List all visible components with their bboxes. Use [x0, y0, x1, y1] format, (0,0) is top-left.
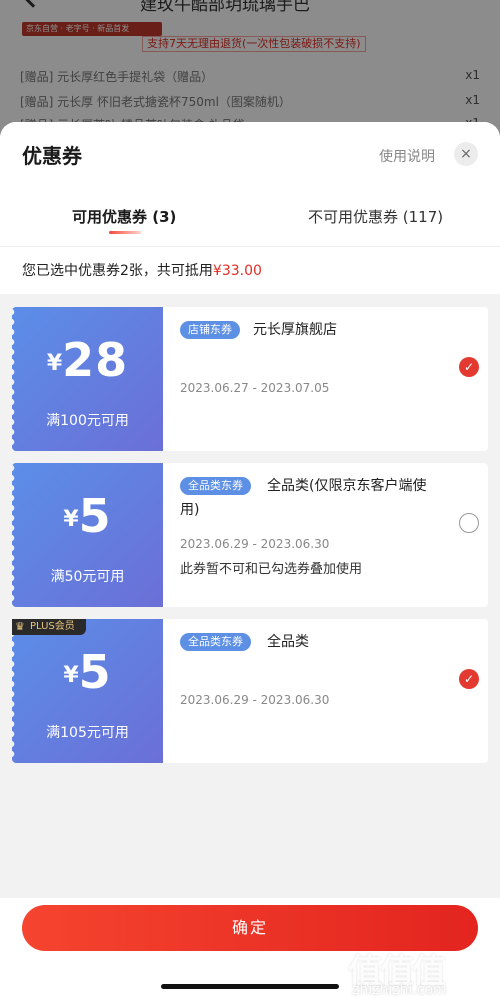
home-indicator: [161, 984, 339, 989]
coupon-validity: 2023.06.29 - 2023.06.30: [180, 693, 330, 707]
coupon-value-panel: ¥5 满50元可用: [11, 463, 163, 607]
close-icon: ×: [460, 146, 472, 162]
coupon-type-tag: 全品类东券: [180, 477, 251, 495]
coupon-sheet: 优惠券 使用说明 × 可用优惠券 (3) 不可用优惠券 (117) 您已选中优惠…: [0, 122, 500, 999]
summary-prefix: 您已选中优惠券: [22, 263, 120, 279]
selection-summary: 您已选中优惠券2张，共可抵用¥33.00: [0, 246, 500, 294]
coupon-card[interactable]: ¥5 满50元可用 全品类东券 全品类(仅限京东客户端使 用) 2023.06.…: [11, 463, 488, 607]
bottom-action-bar: 确定 值值值 zhizhizhi.com: [0, 898, 500, 999]
crown-icon: ♛: [15, 620, 25, 633]
currency-symbol: ¥: [46, 351, 63, 376]
coupon-value: 5: [78, 489, 112, 543]
coupon-type-tag: 全品类东券: [180, 633, 251, 651]
currency-symbol: ¥: [63, 663, 79, 688]
usage-instructions-link[interactable]: 使用说明: [379, 146, 435, 166]
checked-icon[interactable]: ✓: [459, 669, 479, 689]
checked-icon[interactable]: ✓: [459, 357, 479, 377]
summary-middle: ，共可抵用: [142, 263, 213, 279]
coupon-name-continued: 用): [180, 502, 200, 518]
coupon-threshold: 满100元可用: [46, 413, 129, 429]
coupon-value: 28: [62, 333, 129, 387]
sheet-header: 优惠券 使用说明 × 可用优惠券 (3) 不可用优惠券 (117): [0, 122, 500, 246]
coupon-threshold: 满50元可用: [50, 569, 125, 585]
coupon-value-panel: ¥5 满105元可用: [11, 619, 163, 763]
coupon-name: 全品类(仅限京东客户端使: [267, 478, 427, 494]
tab-available-coupons[interactable]: 可用优惠券 (3): [72, 206, 176, 227]
unchecked-radio[interactable]: [459, 513, 479, 533]
coupon-card[interactable]: ¥5 满105元可用 ♛ PLUS会员 全品类东券 全品类 2023.06.29 …: [11, 619, 488, 763]
summary-count: 2张: [120, 263, 143, 279]
coupon-name: 元长厚旗舰店: [253, 322, 337, 338]
watermark-text: zhizhizhi.com: [352, 982, 447, 998]
plus-member-badge: ♛ PLUS会员: [12, 619, 86, 635]
coupon-validity: 2023.06.27 - 2023.07.05: [180, 381, 330, 395]
coupon-type-tag: 店铺东券: [180, 321, 240, 339]
coupon-details: 店铺东券 元长厚旗舰店 2023.06.27 - 2023.07.05 ✓: [163, 307, 488, 451]
tab-indicator: [109, 231, 141, 234]
plus-badge-label: PLUS会员: [30, 621, 75, 632]
coupon-amount: ¥28: [12, 333, 163, 387]
coupon-amount: ¥5: [12, 645, 163, 699]
coupon-value: 5: [78, 645, 112, 699]
summary-amount: ¥33.00: [212, 263, 262, 279]
tab-unavailable-coupons[interactable]: 不可用优惠券 (117): [308, 206, 443, 227]
currency-symbol: ¥: [63, 507, 79, 532]
coupon-validity: 2023.06.29 - 2023.06.30: [180, 537, 330, 551]
sheet-title: 优惠券: [22, 144, 82, 168]
coupon-details: 全品类东券 全品类(仅限京东客户端使 用) 2023.06.29 - 2023.…: [163, 463, 488, 607]
coupon-stack-note: 此券暂不可和已勾选券叠加使用: [180, 562, 363, 577]
coupon-details: 全品类东券 全品类 2023.06.29 - 2023.06.30 ✓: [163, 619, 488, 763]
coupon-value-panel: ¥28 满100元可用: [11, 307, 163, 451]
close-button[interactable]: ×: [454, 142, 478, 166]
coupon-threshold: 满105元可用: [46, 725, 129, 741]
coupon-card[interactable]: ¥28 满100元可用 店铺东券 元长厚旗舰店 2023.06.27 - 202…: [11, 307, 488, 451]
coupon-amount: ¥5: [12, 489, 163, 543]
coupon-name: 全品类: [267, 634, 309, 650]
